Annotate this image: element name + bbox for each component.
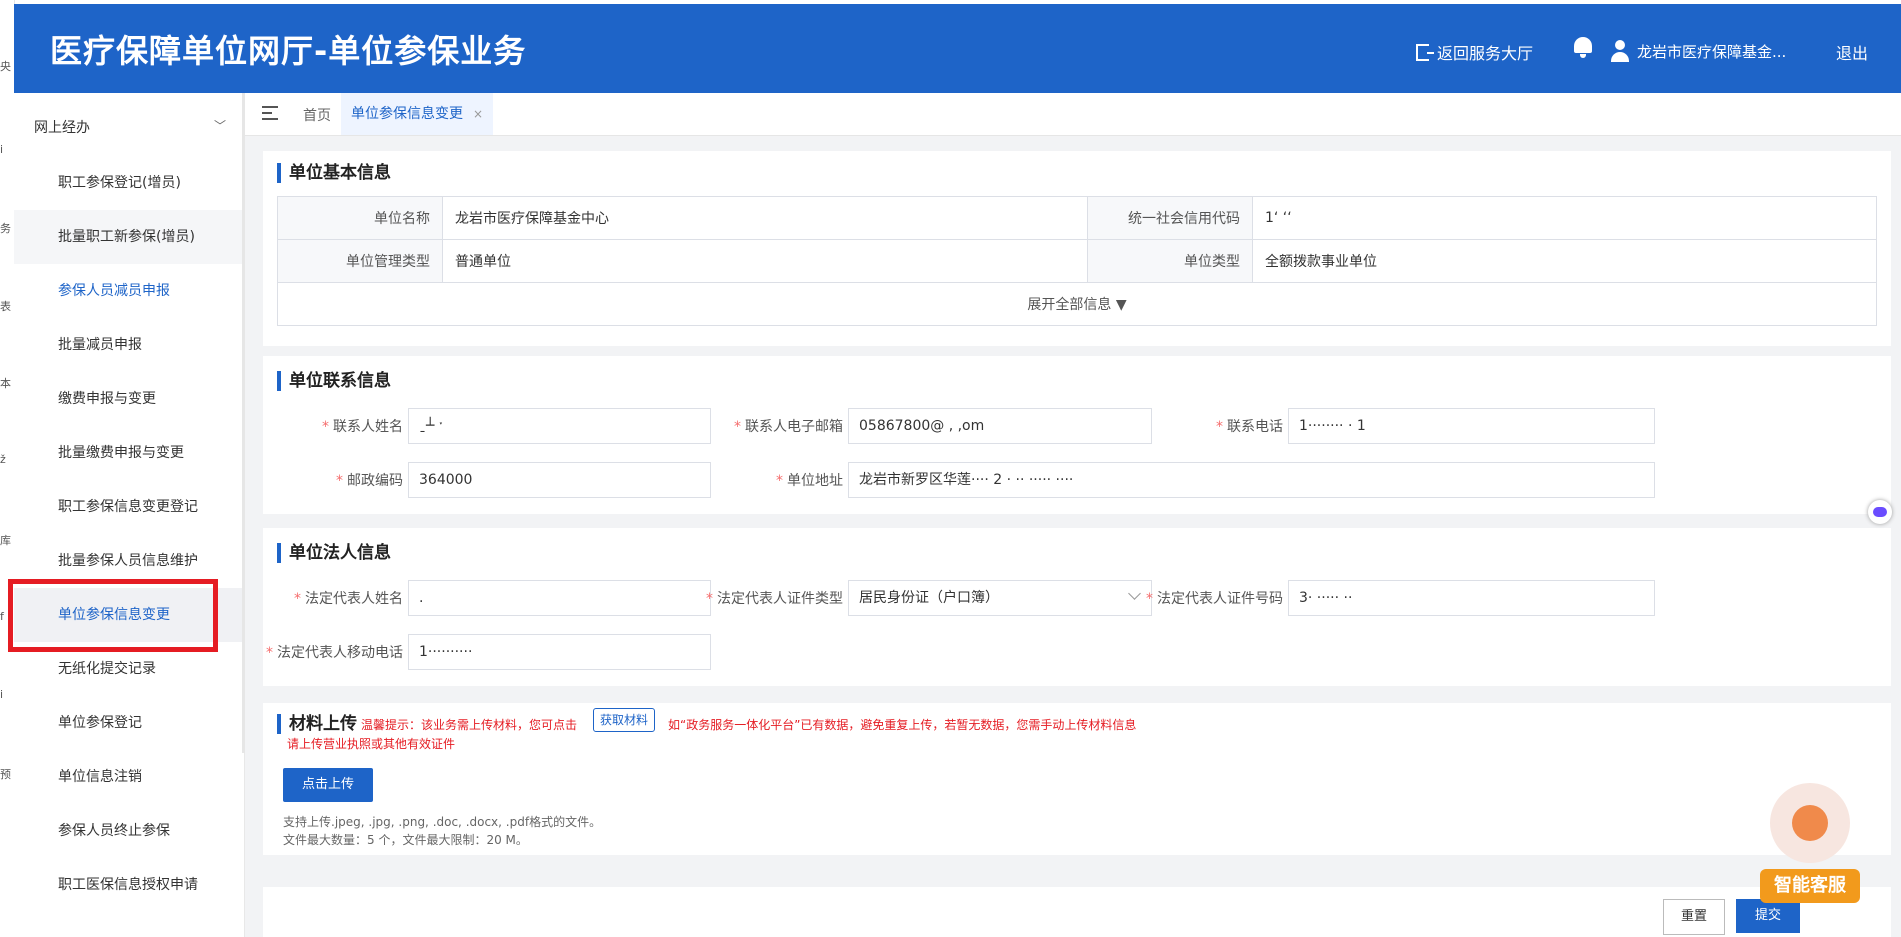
- strip-char: 表: [0, 300, 11, 313]
- main-content: 单位基本信息 单位名称 龙岩市医疗保障基金中心 统一社会信用代码 1‘ ‘‘ 单…: [245, 136, 1901, 937]
- user-name: 龙岩市医疗保障基金...: [1637, 42, 1787, 61]
- unit-type-label: 单位类型: [1087, 239, 1253, 283]
- left-truncated-strip: 央 i 务 表 本 ž 库 f i 预: [0, 0, 15, 937]
- sidebar-item[interactable]: 批量减员申报: [14, 318, 244, 372]
- legal-name-label: * 法定代表人姓名: [294, 591, 403, 607]
- strip-char: 务: [0, 222, 11, 235]
- contact-name-label: * 联系人姓名: [322, 419, 403, 435]
- upload-button[interactable]: 点击上传: [283, 768, 373, 802]
- mobile-label: * 法定代表人移动电话: [266, 645, 403, 661]
- get-materials-button[interactable]: 获取材料: [593, 708, 656, 732]
- strip-char: 库: [0, 534, 11, 547]
- section-title: 单位法人信息: [277, 543, 391, 563]
- id-type-label: * 法定代表人证件类型: [706, 591, 843, 607]
- credit-code-label: 统一社会信用代码: [1087, 196, 1253, 240]
- contact-email-label: * 联系人电子邮箱: [734, 419, 843, 435]
- sidebar-group-online[interactable]: 网上经办: [34, 117, 90, 137]
- basic-info-table: 单位名称 龙岩市医疗保障基金中心 统一社会信用代码 1‘ ‘‘ 单位管理类型 普…: [277, 196, 1877, 326]
- sidebar-item[interactable]: 缴费申报与变更: [14, 372, 244, 426]
- sidebar-item[interactable]: 批量缴费申报与变更: [14, 426, 244, 480]
- smart-service-widget[interactable]: 智能客服: [1760, 783, 1860, 907]
- sidebar-item[interactable]: 批量职工新参保(增员): [14, 210, 244, 264]
- reset-button[interactable]: 重置: [1663, 899, 1725, 935]
- upload-required-hint: 请上传营业执照或其他有效证件: [287, 737, 456, 751]
- tab-bar: 首页 单位参保信息变更 ×: [245, 93, 1901, 136]
- back-to-hall-link[interactable]: 返回服务大厅: [1416, 40, 1533, 64]
- chevron-down-icon: [1128, 587, 1141, 600]
- sidebar-item[interactable]: 单位信息注销: [14, 750, 244, 804]
- upload-tip-suffix: 如“政务服务一体化平台”已有数据，避免重复上传，若暂无数据，您需手动上传材料信息: [668, 718, 1137, 732]
- action-bar: 重置 提交: [263, 887, 1891, 937]
- unit-name-value: 龙岩市医疗保障基金中心: [442, 196, 1088, 240]
- unit-name-label: 单位名称: [277, 196, 443, 240]
- sidebar-item[interactable]: 参保人员终止参保: [14, 804, 244, 858]
- contact-info-panel: 单位联系信息 * 联系人姓名 ˍ┴ ˑ * 联系人电子邮箱 05867800@ , …: [263, 356, 1891, 514]
- tab-active-label: 单位参保信息变更: [351, 106, 463, 122]
- sidebar-item[interactable]: 职工参保信息变更登记: [14, 480, 244, 534]
- address-input[interactable]: 龙岩市新罗区华莲···· 2 · ·· ····· ····: [848, 462, 1655, 498]
- contact-name-input[interactable]: ˍ┴ ˑ: [408, 408, 711, 444]
- strip-char: i: [0, 143, 4, 156]
- legal-name-input[interactable]: .: [408, 580, 711, 616]
- app-title: 医疗保障单位网厅-单位参保业务: [50, 32, 527, 70]
- unit-type-value: 全额拨款事业单位: [1252, 239, 1877, 283]
- id-number-input[interactable]: 3· ····· ··: [1288, 580, 1655, 616]
- sidebar-item[interactable]: 职工参保登记(增员): [14, 156, 244, 210]
- upload-tip-prefix: 温馨提示：该业务需上传材料，您可点击: [361, 718, 578, 732]
- robot-icon: [1770, 783, 1850, 863]
- strip-char: f: [0, 610, 4, 623]
- tab-home[interactable]: 首页: [303, 105, 331, 125]
- upload-panel: 材料上传 温馨提示：该业务需上传材料，您可点击 获取材料 如“政务服务一体化平台…: [263, 703, 1891, 855]
- mobile-input[interactable]: 1··········: [408, 634, 711, 670]
- smart-service-label: 智能客服: [1760, 869, 1860, 903]
- section-title: 单位基本信息: [277, 163, 391, 183]
- back-to-hall-label: 返回服务大厅: [1437, 44, 1534, 63]
- mgmt-type-value: 普通单位: [442, 239, 1088, 283]
- logout-link[interactable]: 退出: [1836, 40, 1868, 64]
- upload-format-note: 支持上传.jpeg, .jpg, .png, .doc, .docx, .pdf…: [283, 815, 602, 829]
- upload-limit-note: 文件最大数量：5 个，文件最大限制：20 M。: [283, 833, 528, 847]
- sidebar-item[interactable]: 参保人员减员申报: [14, 264, 244, 318]
- credit-code-value: 1‘ ‘‘: [1252, 196, 1877, 240]
- id-type-select[interactable]: 居民身份证（户口簿）: [848, 580, 1152, 616]
- id-type-value: 居民身份证（户口簿）: [859, 590, 999, 606]
- exit-door-icon: [1416, 43, 1434, 61]
- section-title: 材料上传: [277, 714, 357, 734]
- zip-input[interactable]: 364000: [408, 462, 711, 498]
- strip-char: 本: [0, 377, 11, 390]
- strip-char: ž: [0, 453, 6, 466]
- basic-info-panel: 单位基本信息 单位名称 龙岩市医疗保障基金中心 统一社会信用代码 1‘ ‘‘ 单…: [263, 151, 1891, 346]
- bell-icon: [1574, 37, 1592, 58]
- floating-assistant-icon[interactable]: [1868, 500, 1892, 524]
- mgmt-type-label: 单位管理类型: [277, 239, 443, 283]
- close-icon[interactable]: ×: [473, 93, 483, 135]
- user-icon: [1611, 40, 1629, 62]
- sidebar-item[interactable]: 职工医保信息授权申请: [14, 858, 244, 912]
- strip-char: 预: [0, 768, 11, 781]
- contact-email-input[interactable]: 05867800@ , ,om: [848, 408, 1152, 444]
- tab-active[interactable]: 单位参保信息变更 ×: [341, 93, 494, 135]
- notification-button[interactable]: [1574, 37, 1592, 58]
- sidebar-item[interactable]: 单位参保登记: [14, 696, 244, 750]
- section-title: 单位联系信息: [277, 371, 391, 391]
- id-number-label: * 法定代表人证件号码: [1146, 591, 1283, 607]
- user-menu[interactable]: 龙岩市医疗保障基金...: [1611, 40, 1786, 62]
- legal-info-panel: 单位法人信息 * 法定代表人姓名 . * 法定代表人证件类型 居民身份证（户口簿） …: [263, 528, 1891, 686]
- expand-all-button[interactable]: 展开全部信息 ▼: [277, 282, 1877, 326]
- menu-toggle-icon[interactable]: [262, 105, 280, 121]
- strip-char: 央: [0, 60, 11, 73]
- zip-label: * 邮政编码: [336, 473, 403, 489]
- top-header: 医疗保障单位网厅-单位参保业务 返回服务大厅 龙岩市医疗保障基金... 退出: [14, 4, 1901, 93]
- sidebar: 网上经办 ︿ 职工参保登记(增员) 批量职工新参保(增员) 参保人员减员申报 批…: [14, 93, 247, 937]
- contact-phone-label: * 联系电话: [1216, 419, 1283, 435]
- highlight-box: [8, 579, 218, 652]
- contact-phone-input[interactable]: 1········ · 1: [1288, 408, 1655, 444]
- address-label: * 单位地址: [776, 473, 843, 489]
- strip-char: i: [0, 688, 4, 701]
- chevron-up-icon[interactable]: ︿: [214, 117, 226, 134]
